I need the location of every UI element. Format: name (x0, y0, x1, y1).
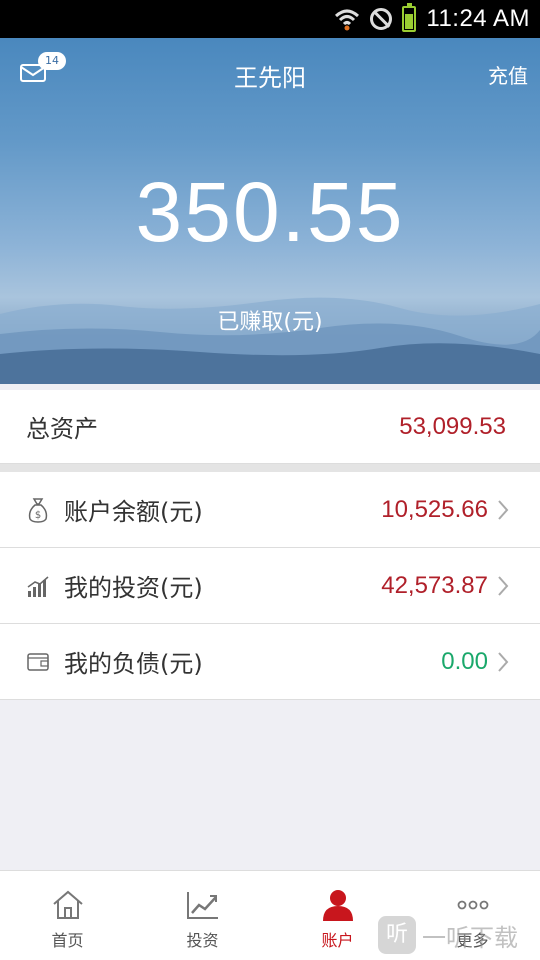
total-assets-row: 总资产 53,099.53 (0, 390, 540, 464)
chevron-right-icon (498, 652, 509, 672)
bar-chart-icon (27, 576, 49, 597)
no-sim-icon (370, 8, 393, 30)
user-icon (322, 890, 353, 921)
watermark: 听 一听下载 (378, 912, 538, 958)
home-icon (52, 890, 83, 919)
chevron-right-icon (498, 500, 509, 520)
watermark-text: 一听下载 (422, 923, 518, 952)
hero-banner: 14 王先阳 充值 350.55 已赚取(元) (0, 38, 540, 384)
my-investment-label: 我的投资(元) (64, 574, 203, 602)
my-liabilities-row[interactable]: 我的负债(元) 0.00 (0, 624, 540, 700)
chevron-right-icon (498, 576, 509, 596)
total-assets-label: 总资产 (26, 415, 98, 443)
nav-invest[interactable]: 投资 (135, 871, 270, 960)
nav-home-label: 首页 (51, 931, 84, 950)
status-time: 11:24 AM (426, 5, 530, 32)
my-liabilities-label: 我的负债(元) (64, 650, 203, 678)
account-balance-value: 10,525.66 (381, 495, 488, 523)
account-balance-row[interactable]: $ 账户余额(元) 10,525.66 (0, 472, 540, 548)
wallet-icon (27, 653, 49, 671)
earned-amount: 350.55 (135, 165, 405, 259)
trend-chart-icon (186, 892, 218, 919)
battery-icon (402, 3, 417, 32)
money-bag-icon: $ (28, 498, 48, 523)
total-assets-value: 53,099.53 (399, 412, 506, 440)
my-liabilities-value: 0.00 (441, 647, 488, 675)
my-investment-row[interactable]: 我的投资(元) 42,573.87 (0, 548, 540, 624)
earned-label: 已赚取(元) (217, 310, 323, 335)
nav-home[interactable]: 首页 (0, 871, 135, 960)
section-divider (0, 464, 540, 472)
status-bar: 11:24 AM (0, 0, 540, 38)
nav-invest-label: 投资 (186, 931, 219, 950)
account-balance-label: 账户余额(元) (64, 498, 203, 526)
svg-text:$: $ (35, 510, 41, 521)
watermark-logo: 听 (378, 916, 416, 954)
recharge-button[interactable]: 充值 (488, 60, 528, 89)
page-title: 王先阳 (234, 64, 306, 92)
wifi-icon (335, 9, 360, 31)
my-investment-value: 42,573.87 (381, 571, 488, 599)
